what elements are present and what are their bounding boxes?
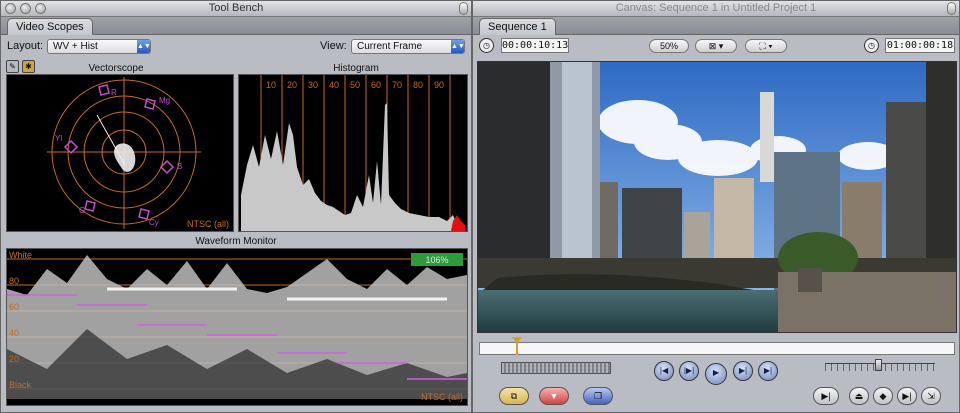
video-frame-image (478, 62, 956, 332)
waveform-title: Waveform Monitor (195, 236, 277, 247)
layout-popup[interactable]: WV + Hist ▲▼ (47, 39, 151, 54)
mark-out-button[interactable]: ⇲ (921, 387, 941, 405)
waveform-label-white: White (9, 250, 32, 260)
popup-arrows-icon: ▲▼ (137, 40, 151, 53)
histogram-title: Histogram (333, 63, 379, 74)
zoom-popup[interactable]: 50% (649, 39, 689, 53)
histogram-panel: 10 20 30 40 50 60 70 80 90 (238, 74, 468, 232)
histogram-tick: 40 (329, 80, 339, 90)
vectorscope-graticule: R Mg B Cy G Yl NTSC (all) (47, 77, 229, 229)
timecode-duration[interactable]: 00:00:10:13 (501, 38, 569, 53)
duration-clock-icon: ◷ (479, 38, 494, 53)
window-title: Canvas: Sequence 1 in Untitled Project 1 (615, 2, 817, 14)
minimize-window-button[interactable] (20, 3, 31, 14)
target-label-b: B (177, 162, 182, 171)
play-around-button[interactable]: ▶| (733, 361, 753, 381)
color-options-button[interactable]: ✱ (22, 60, 35, 73)
canvas-video-frame[interactable] (477, 61, 957, 333)
waveform-panel: White 80 60 40 20 Black NTSC (all) 106% (6, 248, 468, 406)
insert-edit-button[interactable]: ⧉ (499, 387, 529, 405)
vectorscope-title: Vectorscope (88, 63, 144, 74)
toolbar-toggle-button[interactable] (459, 2, 468, 15)
view-value: Current Frame (357, 41, 423, 52)
vectorscope-panel: R Mg B Cy G Yl NTSC (all) (6, 74, 234, 232)
view-popup[interactable]: Current Frame ▲▼ (351, 39, 465, 54)
jog-control[interactable] (501, 362, 611, 374)
current-time-clock-icon: ◷ (864, 38, 879, 53)
histogram-tick: 90 (434, 80, 444, 90)
histogram-tick: 70 (392, 80, 402, 90)
target-label-r: R (111, 88, 117, 97)
close-window-button[interactable] (5, 3, 16, 14)
waveform-standard: NTSC (all) (421, 392, 463, 402)
layout-label: Layout: (7, 40, 44, 52)
canvas-titlebar[interactable]: Canvas: Sequence 1 in Untitled Project 1 (473, 1, 959, 17)
overlay-popup[interactable]: ⛶ ▾ (745, 39, 787, 53)
target-label-g: G (79, 206, 85, 215)
tool-bench-titlebar[interactable]: Tool Bench (1, 1, 471, 17)
target-label-mg: Mg (159, 96, 170, 105)
histogram-tick: 10 (266, 80, 276, 90)
view-label: View: (320, 40, 347, 52)
play-in-to-out-button[interactable]: |▶| (679, 361, 699, 381)
tab-sequence-1[interactable]: Sequence 1 (479, 18, 556, 35)
waveform-graph: White 80 60 40 20 Black NTSC (all) 106% (7, 250, 467, 402)
waveform-label-60: 60 (9, 302, 19, 312)
histogram-tick: 80 (413, 80, 423, 90)
shuttle-thumb[interactable] (875, 359, 882, 371)
mark-clip-button[interactable]: ⏏ (849, 387, 869, 405)
histogram-tick: 20 (287, 80, 297, 90)
waveform-level-badge: 106% (425, 255, 448, 265)
playhead-icon (512, 337, 522, 343)
replace-edit-button[interactable]: ❐ (583, 387, 613, 405)
previous-edit-button[interactable]: |◀ (654, 361, 674, 381)
view-options-popup[interactable]: ⊠ ▾ (695, 39, 737, 53)
tab-video-scopes[interactable]: Video Scopes (7, 18, 93, 35)
window-title: Tool Bench (208, 2, 264, 14)
view-options-icon: ⊠ ▾ (708, 41, 724, 51)
waveform-label-20: 20 (9, 354, 19, 364)
popup-arrows-icon: ▲▼ (451, 40, 465, 53)
histogram-graph: 10 20 30 40 50 60 70 80 90 (241, 75, 465, 231)
playhead-scrubber[interactable] (479, 337, 955, 355)
histogram-tick: 60 (371, 80, 381, 90)
shuttle-slider[interactable] (825, 359, 935, 371)
canvas-window: Canvas: Sequence 1 in Untitled Project 1… (472, 0, 960, 413)
waveform-label-40: 40 (9, 328, 19, 338)
canvas-tabbar: Sequence 1 (473, 17, 959, 35)
display-options-button[interactable]: ✎ (6, 60, 19, 73)
window-buttons (5, 3, 46, 14)
tool-bench-tabbar: Video Scopes (1, 17, 471, 35)
target-label-yl: Yl (55, 134, 62, 143)
zoom-window-button[interactable] (35, 3, 46, 14)
histogram-tick: 50 (350, 80, 360, 90)
waveform-label-black: Black (9, 380, 32, 390)
waveform-label-80: 80 (9, 276, 19, 286)
layout-value: WV + Hist (53, 41, 98, 52)
vectorscope-standard: NTSC (all) (187, 219, 229, 229)
add-marker-button[interactable]: ◆ (873, 387, 893, 405)
mark-in-button[interactable]: ▶| (897, 387, 917, 405)
overwrite-edit-button[interactable]: ▼ (539, 387, 569, 405)
next-edit-button[interactable]: ▶| (758, 361, 778, 381)
overlay-icon: ⛶ ▾ (759, 41, 773, 51)
timecode-current[interactable]: 01:00:00:18 (885, 38, 955, 53)
target-label-cy: Cy (149, 218, 159, 227)
match-frame-button[interactable]: ▶| (813, 387, 839, 405)
tool-bench-window: Tool Bench Video Scopes Layout: WV + His… (0, 0, 472, 413)
zoom-value: 50% (659, 41, 678, 51)
play-button[interactable]: ▶ (705, 363, 727, 385)
toolbar-toggle-button[interactable] (947, 2, 956, 15)
histogram-tick: 30 (308, 80, 318, 90)
scope-controls: Layout: WV + Hist ▲▼ View: Current Frame… (1, 36, 471, 58)
